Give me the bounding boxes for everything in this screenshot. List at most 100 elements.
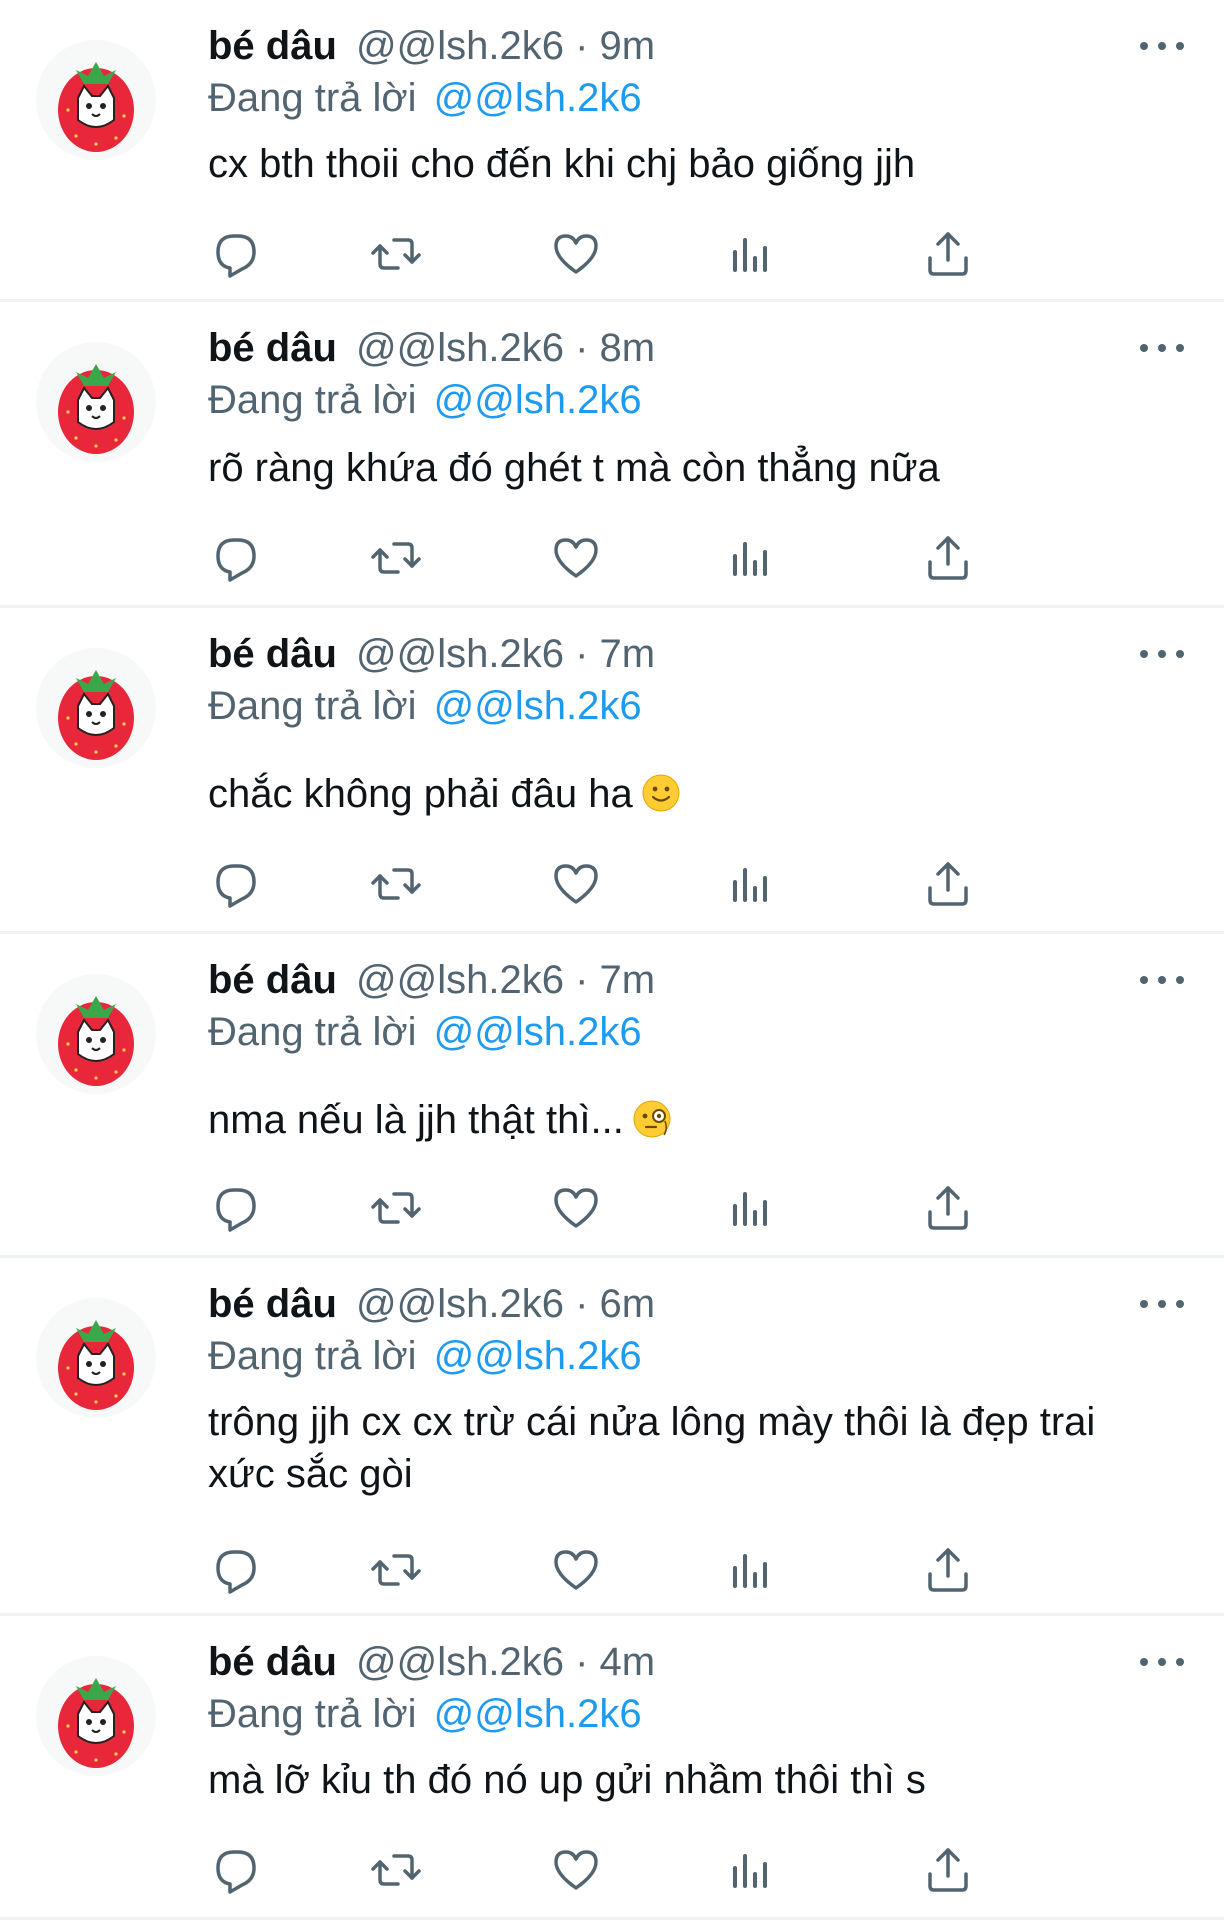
display-name[interactable]: bé dâu — [208, 1640, 337, 1684]
tweet-text: cx bth thoii cho đến khi chj bảo giống j… — [208, 138, 1188, 190]
more-options-button[interactable] — [1130, 328, 1194, 368]
reply-handle-link[interactable]: @@lsh.2k6 — [434, 1692, 642, 1736]
tweet-text: chắc không phải đâu ha — [208, 768, 1188, 820]
retweet-button[interactable] — [368, 1542, 424, 1598]
share-upload-icon — [920, 856, 976, 912]
retweet-button[interactable] — [368, 1180, 424, 1236]
tweet-item[interactable]: bé dâu @@lsh.2k6 · 9m Đang trả lời @@lsh… — [0, 0, 1224, 302]
more-options-button[interactable] — [1130, 26, 1194, 66]
avatar[interactable] — [36, 974, 156, 1094]
views-bar-chart-icon — [722, 1180, 778, 1236]
handle-and-time[interactable]: @@lsh.2k6 · 4m — [356, 1640, 655, 1684]
views-button[interactable] — [722, 226, 778, 282]
more-options-button[interactable] — [1130, 960, 1194, 1000]
reply-handle-link[interactable]: @@lsh.2k6 — [434, 378, 642, 422]
more-dots-icon — [1130, 26, 1194, 66]
heart-icon — [548, 226, 604, 282]
reply-button[interactable] — [208, 856, 264, 912]
tweet-header: bé dâu @@lsh.2k6 · 6m — [208, 1278, 655, 1330]
display-name[interactable]: bé dâu — [208, 958, 337, 1002]
more-options-button[interactable] — [1130, 1284, 1194, 1324]
views-button[interactable] — [722, 1180, 778, 1236]
share-button[interactable] — [920, 1180, 976, 1236]
share-button[interactable] — [920, 226, 976, 282]
tweet-actions — [208, 1180, 1088, 1236]
tweet-text-line: rõ ràng khứa đó ghét t mà còn thẳng nữa — [208, 446, 940, 490]
like-button[interactable] — [548, 856, 604, 912]
tweet-item[interactable]: bé dâu @@lsh.2k6 · 7m Đang trả lời @@lsh… — [0, 934, 1224, 1258]
reply-bubble-icon — [208, 1842, 264, 1898]
views-button[interactable] — [722, 856, 778, 912]
retweet-button[interactable] — [368, 1842, 424, 1898]
avatar[interactable] — [36, 648, 156, 768]
tweet-text-line: trông jjh cx cx trừ cái nửa lông mày thô… — [208, 1400, 1096, 1444]
handle-and-time[interactable]: @@lsh.2k6 · 6m — [356, 1282, 655, 1326]
handle-and-time[interactable]: @@lsh.2k6 · 7m — [356, 958, 655, 1002]
display-name[interactable]: bé dâu — [208, 632, 337, 676]
retweet-icon — [368, 1842, 424, 1898]
reply-handle-link[interactable]: @@lsh.2k6 — [434, 1010, 642, 1054]
tweet-item[interactable]: bé dâu @@lsh.2k6 · 7m Đang trả lời @@lsh… — [0, 608, 1224, 934]
handle-and-time[interactable]: @@lsh.2k6 · 7m — [356, 632, 655, 676]
more-dots-icon — [1130, 1642, 1194, 1682]
avatar[interactable] — [36, 342, 156, 462]
retweet-icon — [368, 1180, 424, 1236]
avatar[interactable] — [36, 1656, 156, 1776]
tweet-actions — [208, 1842, 1088, 1898]
display-name[interactable]: bé dâu — [208, 1282, 337, 1326]
display-name[interactable]: bé dâu — [208, 24, 337, 68]
like-button[interactable] — [548, 530, 604, 586]
views-bar-chart-icon — [722, 1842, 778, 1898]
reply-handle-link[interactable]: @@lsh.2k6 — [434, 684, 642, 728]
strawberry-cat-avatar — [36, 342, 156, 462]
reply-label: Đang trả lời — [208, 1010, 417, 1054]
tweet-item[interactable]: bé dâu @@lsh.2k6 · 6m Đang trả lời @@lsh… — [0, 1258, 1224, 1616]
reply-button[interactable] — [208, 1180, 264, 1236]
strawberry-cat-avatar — [36, 1656, 156, 1776]
handle-and-time[interactable]: @@lsh.2k6 · 9m — [356, 24, 655, 68]
avatar[interactable] — [36, 1298, 156, 1418]
tweet-item[interactable]: bé dâu @@lsh.2k6 · 8m Đang trả lời @@lsh… — [0, 302, 1224, 608]
display-name[interactable]: bé dâu — [208, 326, 337, 370]
more-options-button[interactable] — [1130, 1642, 1194, 1682]
reply-button[interactable] — [208, 226, 264, 282]
tweet-item[interactable]: bé dâu @@lsh.2k6 · 4m Đang trả lời @@lsh… — [0, 1616, 1224, 1920]
like-button[interactable] — [548, 1542, 604, 1598]
retweet-button[interactable] — [368, 226, 424, 282]
tweet-feed: bé dâu @@lsh.2k6 · 9m Đang trả lời @@lsh… — [0, 0, 1224, 1920]
reply-handle-link[interactable]: @@lsh.2k6 — [434, 76, 642, 120]
reply-bubble-icon — [208, 530, 264, 586]
reply-context: Đang trả lời @@lsh.2k6 — [208, 1006, 642, 1058]
tweet-text-line: xức sắc gòi — [208, 1452, 413, 1496]
views-button[interactable] — [722, 1842, 778, 1898]
reply-button[interactable] — [208, 530, 264, 586]
share-button[interactable] — [920, 530, 976, 586]
retweet-button[interactable] — [368, 856, 424, 912]
views-button[interactable] — [722, 1542, 778, 1598]
tweet-header: bé dâu @@lsh.2k6 · 8m — [208, 322, 655, 374]
like-button[interactable] — [548, 1842, 604, 1898]
reply-bubble-icon — [208, 856, 264, 912]
retweet-button[interactable] — [368, 530, 424, 586]
handle-and-time[interactable]: @@lsh.2k6 · 8m — [356, 326, 655, 370]
views-bar-chart-icon — [722, 530, 778, 586]
more-options-button[interactable] — [1130, 634, 1194, 674]
reply-button[interactable] — [208, 1542, 264, 1598]
tweet-text-line: chắc không phải đâu ha — [208, 772, 633, 816]
like-button[interactable] — [548, 1180, 604, 1236]
like-button[interactable] — [548, 226, 604, 282]
reply-label: Đang trả lời — [208, 684, 417, 728]
reply-button[interactable] — [208, 1842, 264, 1898]
views-button[interactable] — [722, 530, 778, 586]
strawberry-cat-avatar — [36, 648, 156, 768]
share-button[interactable] — [920, 1542, 976, 1598]
avatar[interactable] — [36, 40, 156, 160]
tweet-actions — [208, 856, 1088, 912]
share-button[interactable] — [920, 856, 976, 912]
reply-context: Đang trả lời @@lsh.2k6 — [208, 1330, 642, 1382]
tweet-text: trông jjh cx cx trừ cái nửa lông mày thô… — [208, 1396, 1188, 1500]
more-dots-icon — [1130, 328, 1194, 368]
share-button[interactable] — [920, 1842, 976, 1898]
retweet-icon — [368, 1542, 424, 1598]
reply-handle-link[interactable]: @@lsh.2k6 — [434, 1334, 642, 1378]
